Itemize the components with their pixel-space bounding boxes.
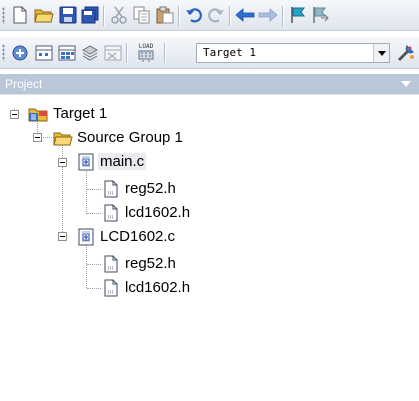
download-icon[interactable]: LOAD [134,42,158,64]
collapse-file-toggle[interactable] [58,232,67,241]
redo-icon[interactable] [206,5,226,25]
toolbar-grip[interactable] [2,7,5,24]
tree-connector [87,213,101,214]
c-source-file-icon [77,228,95,246]
translate-icon[interactable] [10,43,30,63]
toolbar-separator [164,43,165,63]
header-file-icon [102,204,120,222]
tree-connector [87,264,101,265]
chevron-down-icon[interactable] [401,81,411,87]
cut-icon[interactable] [109,5,129,25]
toolbar-separator [178,6,179,26]
save-all-icon[interactable] [80,5,100,25]
collapse-file-toggle[interactable] [58,158,67,167]
project-panel-header: Project [0,74,419,94]
target-options-icon[interactable] [396,43,416,63]
navigate-back-icon[interactable] [235,5,255,25]
collapse-group-toggle[interactable] [33,133,42,142]
new-file-icon[interactable] [10,5,30,25]
tree-item-file[interactable]: main.c [98,153,147,171]
toolbar-separator [229,6,230,26]
toolbar-separator [103,6,104,26]
save-icon[interactable] [58,5,78,25]
rebuild-icon[interactable] [57,43,77,63]
header-file-icon [102,279,120,297]
tree-connector [62,143,63,234]
folder-open-icon [53,129,73,147]
build-toolbar: LOAD Target 1 [0,37,419,69]
navigate-forward-icon[interactable] [258,5,278,25]
copy-icon[interactable] [132,5,152,25]
tree-item-target[interactable]: Target 1 [53,105,107,123]
target-select-value: Target 1 [203,46,256,59]
open-folder-icon[interactable] [34,5,54,25]
tree-item-header[interactable]: lcd1602.h [125,204,190,222]
main-toolbar [0,0,419,31]
c-source-file-icon [77,153,95,171]
download-label: LOAD [138,43,154,50]
stop-build-icon[interactable] [103,43,123,63]
tree-item-header[interactable]: reg52.h [125,180,176,198]
target-folder-icon [28,105,48,123]
tree-item-group[interactable]: Source Group 1 [77,129,183,147]
chevron-down-icon[interactable] [373,44,389,62]
collapse-target-toggle[interactable] [10,110,19,119]
tree-item-file-label: main.c [98,153,147,170]
tree-connector [86,245,87,288]
tree-item-header[interactable]: reg52.h [125,255,176,273]
panel-title: Project [5,77,43,91]
tree-connector [87,189,101,190]
bookmark-next-icon[interactable] [310,5,330,25]
build-icon[interactable] [34,43,54,63]
project-tree: Target 1 Source Group 1 main.c reg52.h l… [0,94,419,401]
target-select[interactable]: Target 1 [196,43,390,63]
tree-item-header[interactable]: lcd1602.h [125,279,190,297]
header-file-icon [102,255,120,273]
toolbar-separator [126,43,127,63]
undo-icon[interactable] [184,5,204,25]
bookmark-icon[interactable] [288,5,308,25]
tree-connector [87,288,101,289]
tree-connector [86,171,87,214]
header-file-icon [102,180,120,198]
paste-icon[interactable] [155,5,175,25]
batch-build-icon[interactable] [80,43,100,63]
toolbar-separator [282,6,283,26]
toolbar-grip[interactable] [2,44,5,61]
tree-item-file[interactable]: LCD1602.c [100,228,175,246]
